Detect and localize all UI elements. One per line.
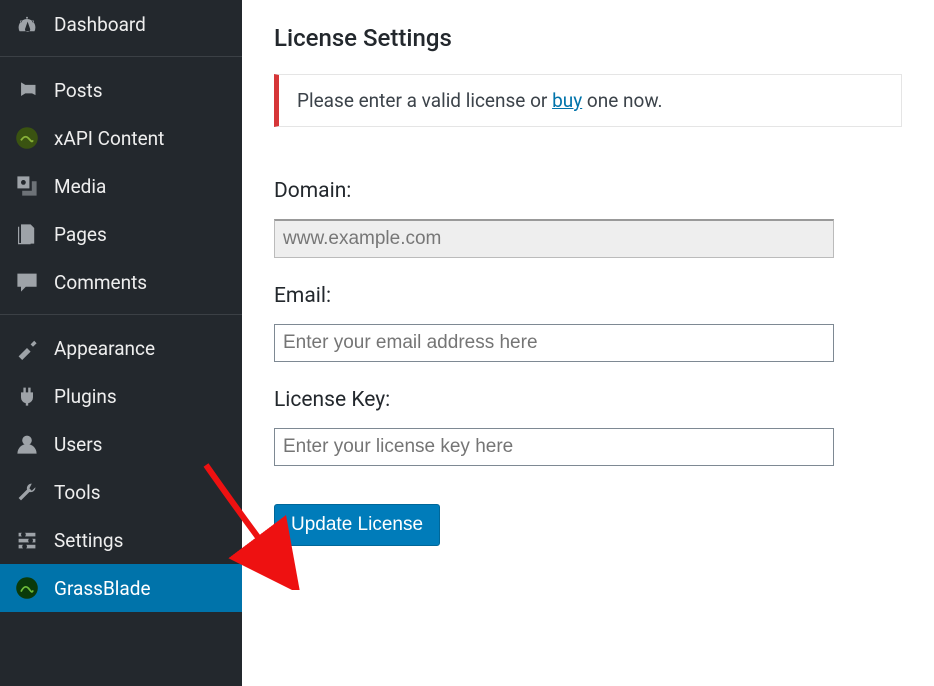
sidebar-item-label: Users xyxy=(54,433,102,456)
sidebar-item-label: xAPI Content xyxy=(54,127,164,150)
sidebar-item-dashboard[interactable]: Dashboard xyxy=(0,0,242,48)
settings-icon xyxy=(14,527,40,553)
license-key-input[interactable] xyxy=(274,428,834,466)
grassblade-icon xyxy=(14,575,40,601)
main-content: License Settings Please enter a valid li… xyxy=(242,0,934,686)
update-license-button[interactable]: Update License xyxy=(274,504,440,546)
sidebar-item-users[interactable]: Users xyxy=(0,420,242,468)
admin-sidebar: Dashboard Posts xAPI Content Media Pages… xyxy=(0,0,242,686)
sidebar-item-label: Appearance xyxy=(54,337,155,360)
sidebar-item-xapi[interactable]: xAPI Content xyxy=(0,114,242,162)
comments-icon xyxy=(14,269,40,295)
sidebar-item-pages[interactable]: Pages xyxy=(0,210,242,258)
sidebar-item-label: Comments xyxy=(54,271,147,294)
sidebar-item-label: Dashboard xyxy=(54,13,146,36)
sidebar-item-appearance[interactable]: Appearance xyxy=(0,314,242,372)
sidebar-item-label: Plugins xyxy=(54,385,117,408)
email-label: Email: xyxy=(274,284,902,308)
sidebar-item-grassblade[interactable]: GrassBlade xyxy=(0,564,242,612)
media-icon xyxy=(14,173,40,199)
sidebar-item-label: Media xyxy=(54,175,106,198)
buy-link[interactable]: buy xyxy=(552,89,582,112)
sidebar-item-label: GrassBlade xyxy=(54,577,151,600)
email-input[interactable] xyxy=(274,324,834,362)
xapi-icon xyxy=(14,125,40,151)
sidebar-item-comments[interactable]: Comments xyxy=(0,258,242,306)
domain-label: Domain: xyxy=(274,179,902,203)
dashboard-icon xyxy=(14,11,40,37)
domain-input xyxy=(274,219,834,258)
pages-icon xyxy=(14,221,40,247)
sidebar-item-tools[interactable]: Tools xyxy=(0,468,242,516)
sidebar-item-label: Posts xyxy=(54,79,103,102)
sidebar-item-media[interactable]: Media xyxy=(0,162,242,210)
page-title: License Settings xyxy=(274,24,902,52)
appearance-icon xyxy=(14,335,40,361)
tools-icon xyxy=(14,479,40,505)
sidebar-item-plugins[interactable]: Plugins xyxy=(0,372,242,420)
notice-text-after: one now. xyxy=(582,89,662,112)
sidebar-item-settings[interactable]: Settings xyxy=(0,516,242,564)
license-notice: Please enter a valid license or buy one … xyxy=(274,74,902,127)
license-key-label: License Key: xyxy=(274,388,902,412)
sidebar-item-posts[interactable]: Posts xyxy=(0,56,242,114)
sidebar-item-label: Tools xyxy=(54,481,101,504)
sidebar-item-label: Settings xyxy=(54,529,123,552)
sidebar-item-label: Pages xyxy=(54,223,107,246)
plugins-icon xyxy=(14,383,40,409)
pin-icon xyxy=(14,77,40,103)
users-icon xyxy=(14,431,40,457)
notice-text-before: Please enter a valid license or xyxy=(297,89,552,112)
